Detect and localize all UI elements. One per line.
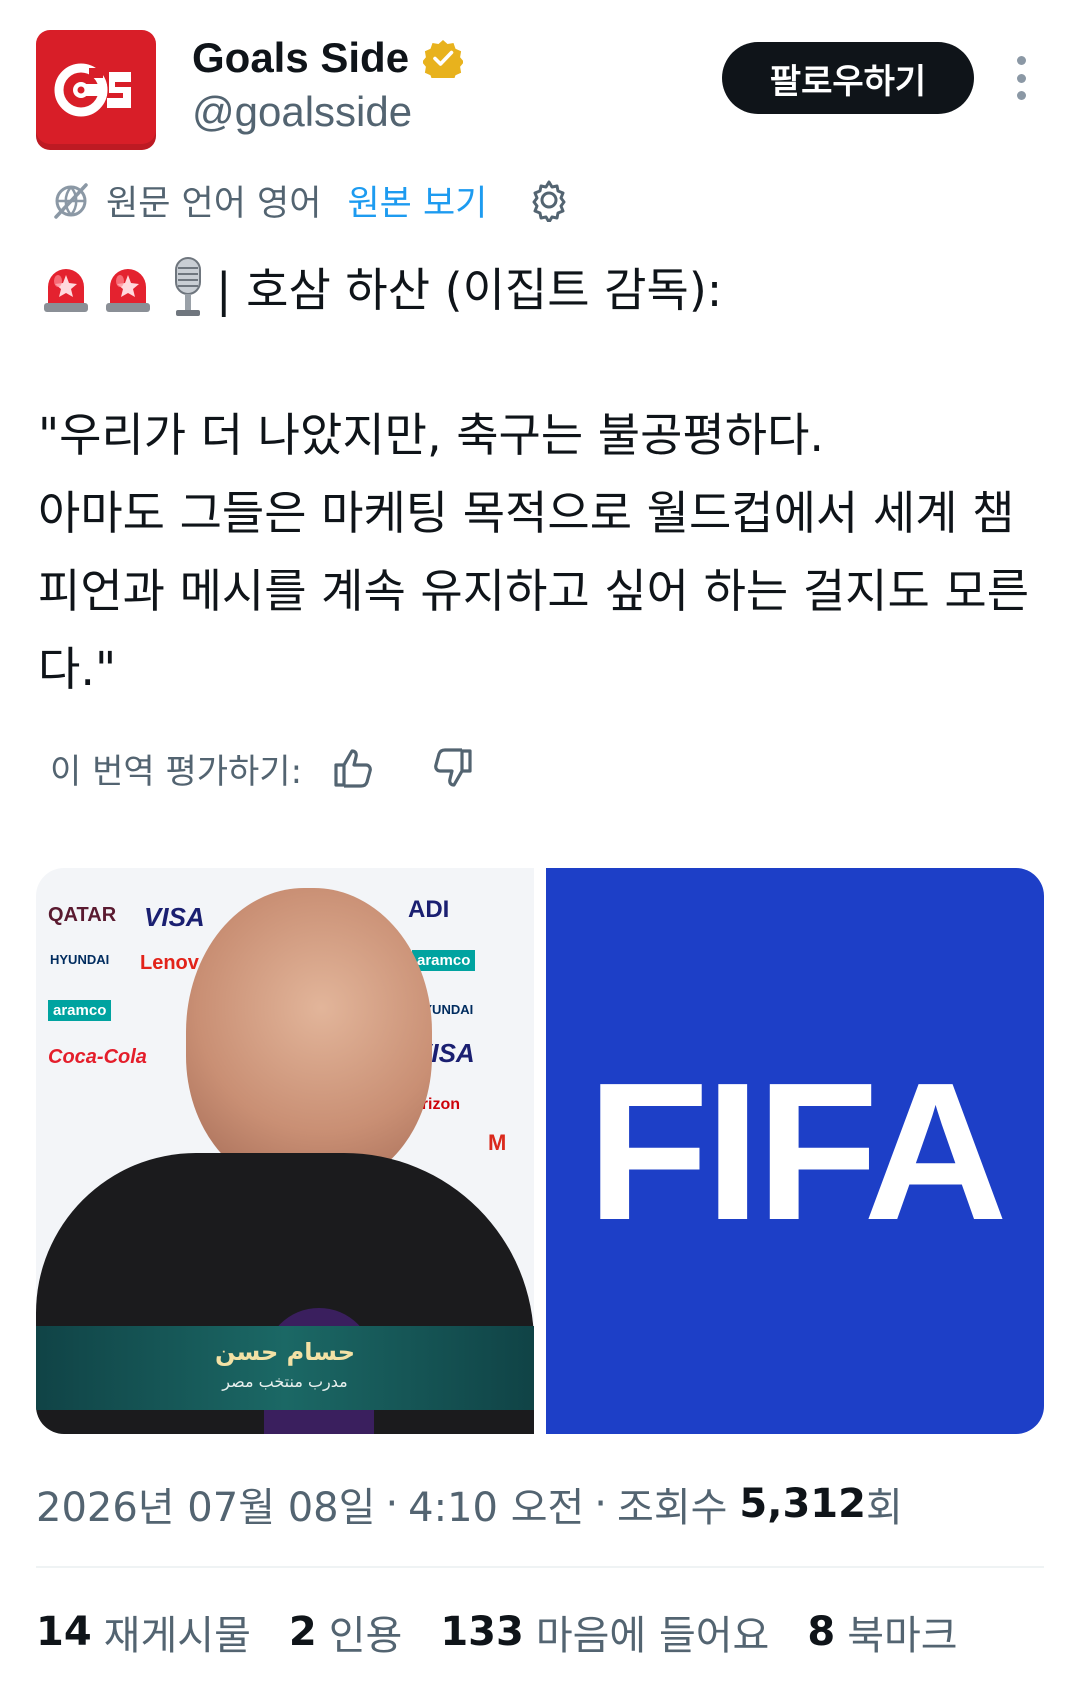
reposts-label: 재게시물 (103, 1613, 251, 1659)
coach-portrait (186, 888, 432, 1188)
bookmarks-label: 북마크 (847, 1613, 958, 1659)
account-handle[interactable]: @goalsside (192, 88, 412, 136)
tweet-quote-text: "우리가 더 나았지만, 축구는 불공평하다. 아마도 그들은 마케팅 목적으로… (38, 408, 1030, 696)
tweet-media-grid: QATAR VISA HYUNDAI Lenov aramco Coca-Col… (36, 868, 1044, 1434)
bookmarks-count: 8 (807, 1609, 836, 1655)
fifa-logo-image[interactable]: FIFA (546, 868, 1044, 1434)
account-avatar[interactable] (36, 30, 156, 150)
tweet-heading-line: | 호삼 하산 (이집트 감독): (38, 252, 722, 322)
rate-translation-label: 이 번역 평가하기: (50, 751, 303, 792)
source-language-label: 원문 언어 영어 (106, 183, 322, 224)
translation-row: 원문 언어 영어 원본 보기 (50, 172, 571, 228)
engagement-stats: 14 재게시물 2 인용 133 마음에 들어요 8 북마크 (36, 1602, 996, 1662)
tweet-date[interactable]: 2026년 07월 08일 (36, 1475, 375, 1533)
caption-name: حسام حسن (215, 1338, 355, 1366)
likes-stat[interactable]: 133 마음에 들어요 (440, 1603, 769, 1661)
meta-separator: · (385, 1481, 399, 1527)
microphone-emoji-icon (175, 257, 201, 316)
tweet-time[interactable]: 4:10 오전 (408, 1475, 584, 1533)
views-label: 조회수 (617, 1485, 728, 1531)
more-options-icon[interactable] (1004, 56, 1038, 100)
translation-rating-row: 이 번역 평가하기: (50, 738, 476, 798)
quotes-stat[interactable]: 2 인용 (289, 1603, 402, 1661)
likes-count: 133 (440, 1609, 524, 1655)
reposts-stat[interactable]: 14 재게시물 (36, 1603, 251, 1661)
likes-label: 마음에 들어요 (535, 1613, 770, 1659)
views-count: 5,312 (739, 1481, 866, 1527)
name-row: Goals Side (192, 34, 464, 82)
quotes-label: 인용 (328, 1613, 403, 1659)
tweet-heading-text: | 호삼 하산 (이집트 감독): (216, 263, 723, 317)
views-suffix: 회 (865, 1485, 903, 1531)
broadcast-caption: حسام حسن مدرب منتخب مصر (36, 1326, 534, 1410)
fifa-logo-text: FIFA (586, 1041, 1008, 1261)
tweet-meta: 2026년 07월 08일 · 4:10 오전 · 조회수 5,312 회 (36, 1476, 903, 1532)
bookmarks-stat[interactable]: 8 북마크 (807, 1603, 957, 1661)
caption-role: مدرب منتخب مصر (222, 1372, 348, 1391)
follow-button[interactable]: 팔로우하기 (722, 42, 974, 114)
siren-emoji-icon (44, 269, 88, 312)
reposts-count: 14 (36, 1609, 92, 1655)
tweet-detail-page: Goals Side @goalsside 팔로우하기 원문 언어 영어 원본 … (0, 0, 1080, 1700)
gold-verified-badge-icon[interactable] (423, 38, 464, 78)
view-original-link[interactable]: 원본 보기 (347, 175, 487, 226)
divider (36, 1566, 1044, 1568)
display-name[interactable]: Goals Side (192, 34, 409, 82)
siren-emoji-icon (106, 269, 150, 312)
thumbs-down-icon[interactable] (430, 745, 476, 791)
thumbs-up-icon[interactable] (330, 745, 376, 791)
translate-globe-icon (54, 183, 88, 219)
coach-interview-photo[interactable]: QATAR VISA HYUNDAI Lenov aramco Coca-Col… (36, 868, 534, 1434)
gear-icon[interactable] (527, 178, 571, 222)
goals-side-logo-icon (54, 63, 131, 117)
meta-separator: · (594, 1481, 608, 1527)
quotes-count: 2 (288, 1609, 317, 1655)
